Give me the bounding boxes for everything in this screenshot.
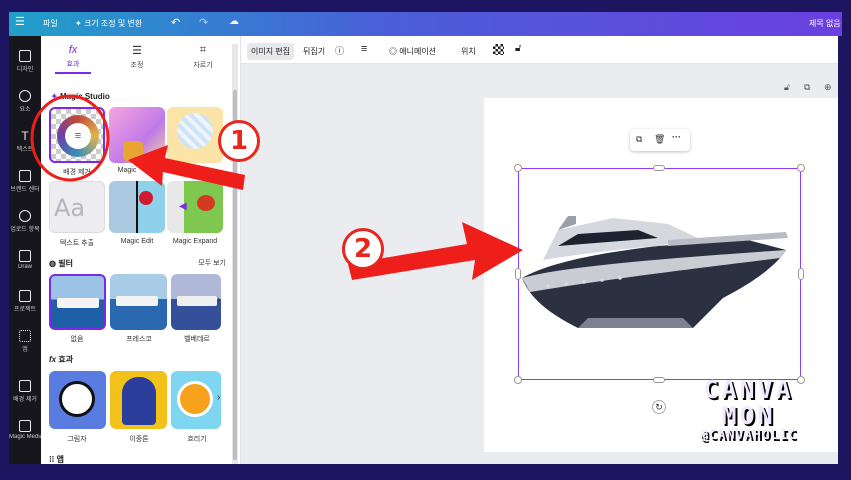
watermark-line3: @CANVAHOLIC <box>700 428 798 443</box>
watermark-line2: MON <box>721 401 776 430</box>
step-badge-2: 2 <box>342 228 384 270</box>
watermark: CANVA MON @CANVAHOLIC <box>700 376 797 443</box>
step-badge-1: 1 <box>218 120 260 162</box>
highlight-circle <box>30 94 110 182</box>
watermark-line1: CANVA <box>703 375 794 404</box>
